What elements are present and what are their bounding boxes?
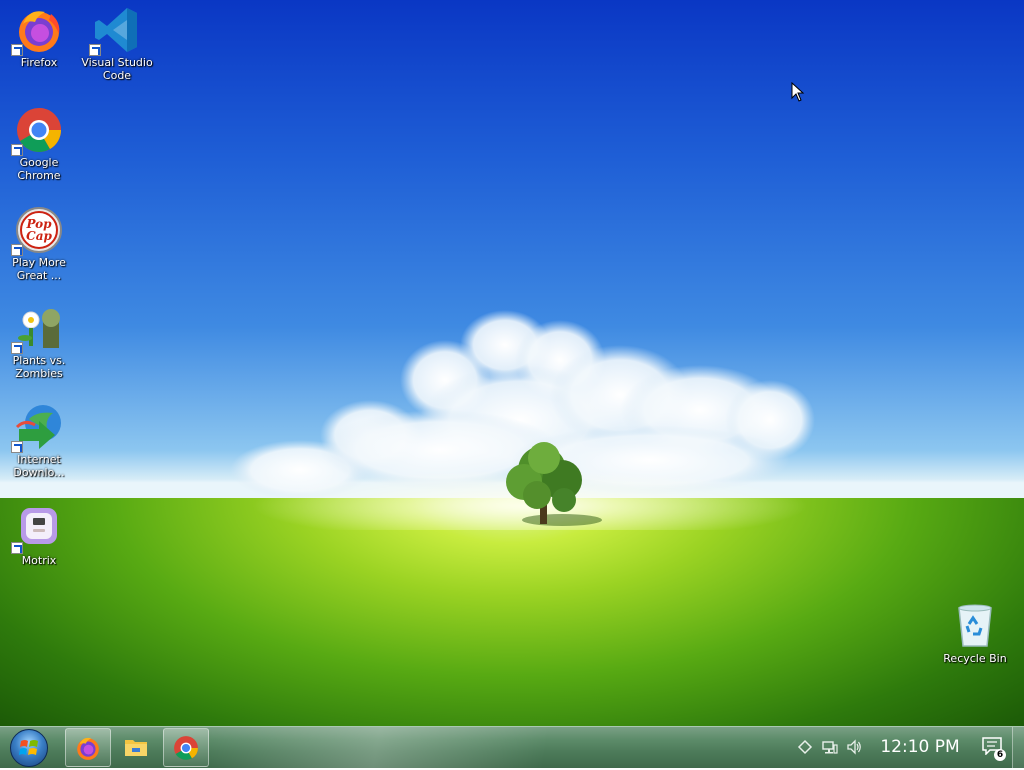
taskbar-file-explorer-button[interactable] (113, 728, 159, 767)
action-center-button[interactable]: 6 (982, 737, 1006, 761)
desktop-icon-label: Motrix (21, 554, 57, 567)
chrome-icon (174, 736, 198, 760)
desktop-icon-popcap[interactable]: Pop Cap Play More Great ... (1, 206, 77, 282)
taskbar: 12:10 PM 6 (0, 726, 1024, 768)
desktop-icon-label: Internet Downlo... (13, 453, 65, 479)
tray-overflow-icon[interactable] (797, 739, 813, 755)
shortcut-arrow-icon (11, 44, 23, 56)
notification-count-badge: 6 (994, 749, 1006, 761)
wallpaper-tree (506, 442, 602, 526)
file-explorer-icon (125, 740, 147, 756)
desktop[interactable]: Firefox Visual Studio Code Google Chrome… (0, 0, 1024, 726)
desktop-icon-vscode[interactable]: Visual Studio Code (79, 6, 155, 82)
shortcut-arrow-icon (11, 342, 23, 354)
desktop-icon-plants-vs-zombies[interactable]: Plants vs. Zombies (1, 304, 77, 380)
desktop-icon-chrome[interactable]: Google Chrome (1, 106, 77, 182)
desktop-icon-firefox[interactable]: Firefox (1, 6, 77, 69)
taskbar-firefox-button[interactable] (65, 728, 111, 767)
taskbar-clock[interactable]: 12:10 PM (872, 737, 968, 757)
network-icon[interactable] (822, 739, 838, 755)
shortcut-arrow-icon (11, 144, 23, 156)
desktop-icon-internet-download-manager[interactable]: Internet Downlo... (1, 403, 77, 479)
desktop-icon-label: Recycle Bin (943, 652, 1007, 665)
shortcut-arrow-icon (89, 44, 101, 56)
svg-text:Cap: Cap (26, 229, 52, 243)
desktop-icon-label: Firefox (20, 56, 58, 69)
start-button[interactable] (10, 729, 48, 767)
desktop-icon-motrix[interactable]: Motrix (1, 504, 77, 567)
shortcut-arrow-icon (11, 542, 23, 554)
taskbar-sheen (210, 727, 770, 768)
desktop-icon-label: Google Chrome (17, 156, 61, 182)
shortcut-arrow-icon (11, 244, 23, 256)
shortcut-arrow-icon (11, 441, 23, 453)
desktop-icon-label: Play More Great ... (12, 256, 66, 282)
taskbar-chrome-button[interactable] (163, 728, 209, 767)
windows-start-icon (19, 740, 38, 755)
recycle-bin-icon (958, 604, 992, 647)
desktop-icon-label: Plants vs. Zombies (12, 354, 66, 380)
show-desktop-button[interactable] (1012, 727, 1024, 768)
mouse-cursor-icon (791, 82, 805, 102)
desktop-icon-recycle-bin[interactable]: Recycle Bin (937, 602, 1013, 665)
firefox-icon (77, 737, 99, 760)
desktop-icon-label: Visual Studio Code (81, 56, 153, 82)
volume-icon[interactable] (846, 739, 862, 755)
